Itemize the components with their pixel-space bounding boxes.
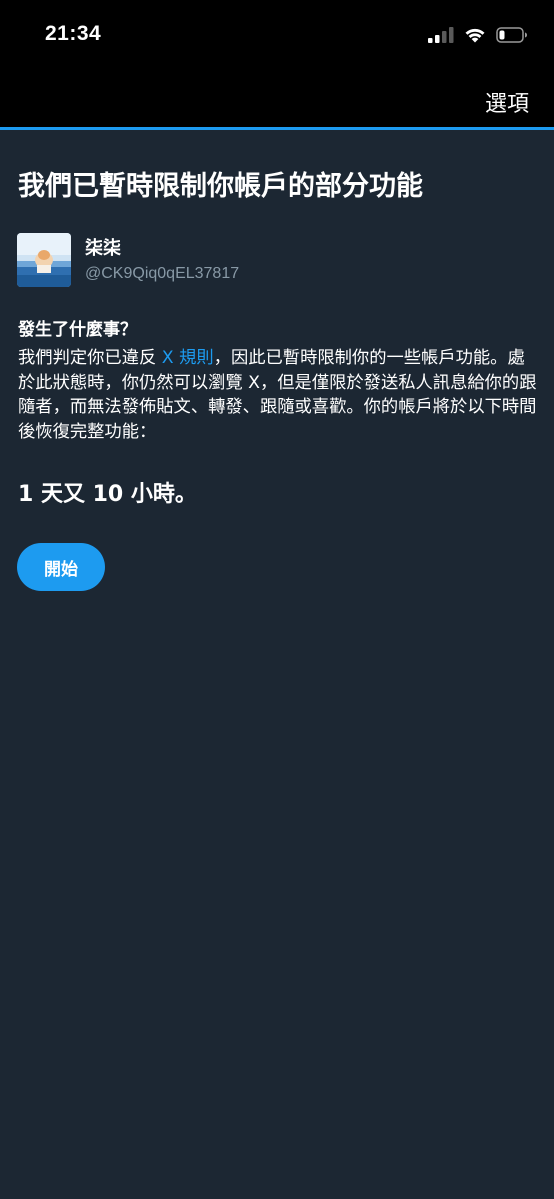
- start-button[interactable]: 開始: [17, 543, 105, 591]
- status-icons: [428, 24, 528, 46]
- battery-icon: [496, 27, 527, 43]
- section-heading: 發生了什麼事？: [18, 320, 137, 340]
- status-time: 21:34: [45, 22, 102, 45]
- user-handle: @CK9Qiq0qEL37817: [85, 265, 240, 282]
- cellular-signal-icon: [428, 27, 454, 43]
- explanation-text: 我們判定你已違反 X 規則，因此已暫時限制你的一些帳戶功能。處於此狀態時，你仍然…: [18, 346, 538, 444]
- x-rules-link[interactable]: X 規則: [162, 348, 214, 368]
- progress-divider: [0, 127, 554, 130]
- status-bar: 21:34: [0, 0, 554, 72]
- avatar: [17, 233, 71, 287]
- display-name: 柒柒: [85, 238, 121, 259]
- profile-text: 柒柒 @CK9Qiq0qEL37817: [85, 237, 239, 285]
- page-title: 我們已暫時限制你帳戶的部分功能: [18, 171, 423, 202]
- nav-bar: 選項: [0, 72, 554, 127]
- profile-row: 柒柒 @CK9Qiq0qEL37817: [17, 233, 239, 287]
- explanation-text-part1: 我們判定你已違反: [18, 348, 162, 368]
- wifi-icon: [465, 28, 485, 43]
- time-remaining: 1 天又 10 小時。: [18, 482, 197, 507]
- options-button[interactable]: 選項: [485, 86, 529, 118]
